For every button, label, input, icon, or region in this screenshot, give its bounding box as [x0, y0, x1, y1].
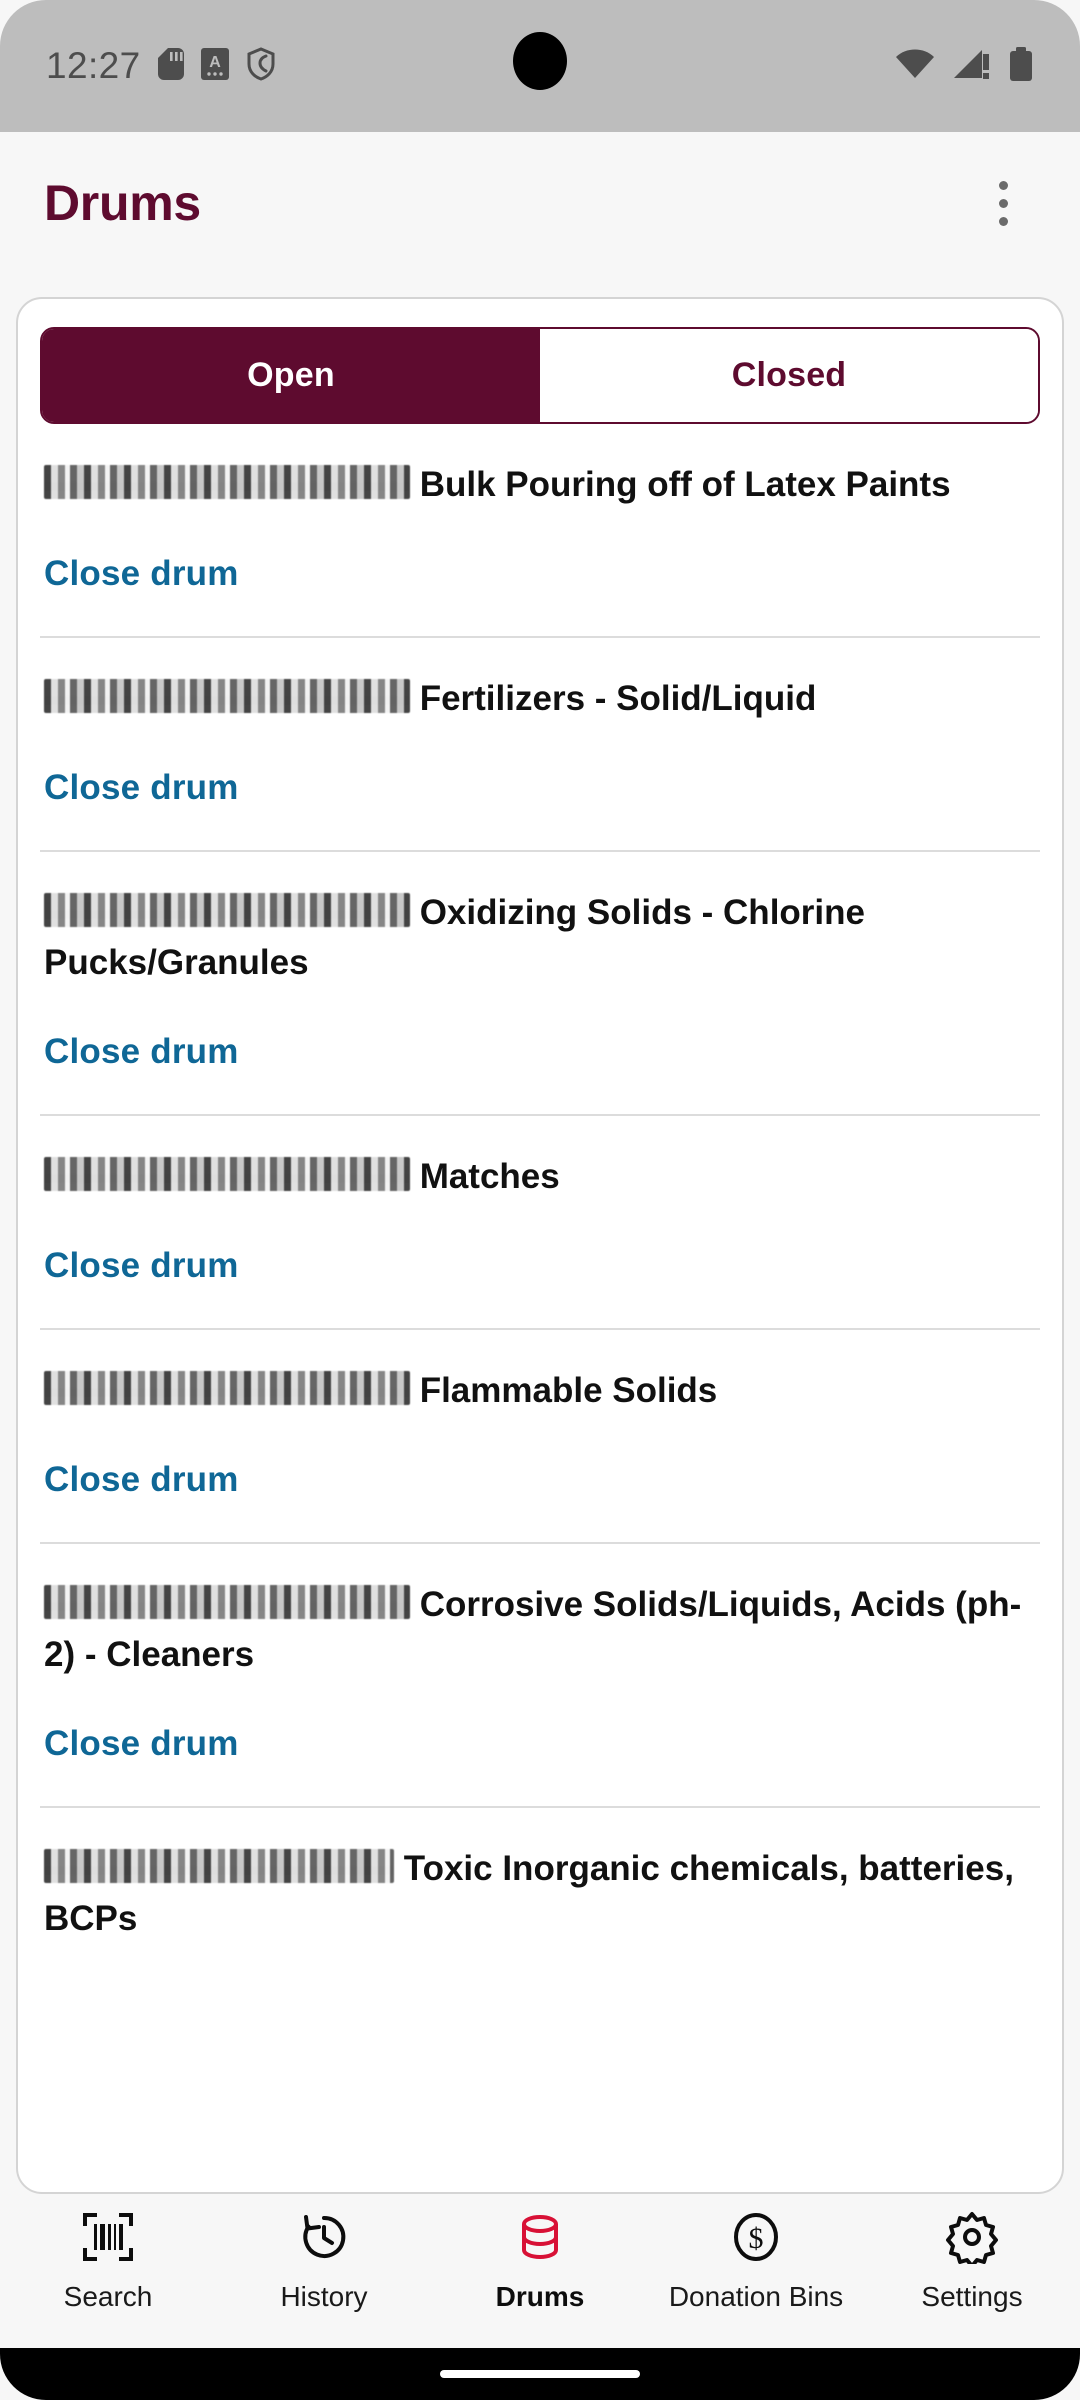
drum-name: Flammable Solids [419, 1371, 718, 1410]
nav-item-history[interactable]: History [216, 2210, 432, 2313]
drum-timestamp-redacted: 2025-05-24 14:51 145.02 [44, 465, 410, 499]
drum-name: Matches [419, 1157, 560, 1196]
app-header: Drums [0, 132, 1080, 274]
drum-name: Bulk Pouring off of Latex Paints [419, 465, 951, 504]
overflow-dot [998, 198, 1008, 208]
status-bar: 12:27 A [0, 0, 1080, 132]
drum-list-item[interactable]: 2025-05-24 14:51 145.02 Bulk Pouring off … [40, 424, 1040, 638]
barcode-scan-icon [81, 2210, 135, 2269]
overflow-menu-button[interactable] [968, 168, 1038, 238]
close-drum-link[interactable]: Close drum [40, 1416, 1040, 1542]
drum-list-item[interactable]: 2025-01-24 10:40 148.1Toxic Inorganic ch… [40, 1808, 1040, 1954]
nav-label-donation-bins: Donation Bins [668, 2281, 844, 2312]
wifi-icon [894, 48, 936, 85]
gear-icon [945, 2210, 999, 2269]
history-clock-icon [297, 2210, 351, 2269]
drum-list-item[interactable]: 2025-01-24 17:44 147.81 Fertilizers - Sol… [40, 638, 1040, 852]
nav-item-donation-bins[interactable]: $ Donation Bins [648, 2210, 864, 2313]
nav-item-settings[interactable]: Settings [864, 2210, 1080, 2313]
drum-stack-icon [513, 2210, 567, 2269]
tab-closed[interactable]: Closed [540, 329, 1038, 422]
overflow-dot [998, 180, 1008, 190]
nav-item-search[interactable]: Search [0, 2210, 216, 2313]
close-drum-link[interactable]: Close drum [40, 1202, 1040, 1328]
sd-card-icon [157, 47, 184, 85]
drum-timestamp-redacted: 2025-07-24 14:52 148.07 [44, 1371, 410, 1405]
close-drum-link[interactable]: Close drum [40, 510, 1040, 636]
front-camera-cutout [513, 32, 567, 90]
shield-icon [246, 46, 276, 86]
drum-timestamp-redacted: 2025-01-24 17:44 147.81 [44, 679, 410, 713]
drum-title-line: 2025-01-24 10:40 148.1Toxic Inorganic ch… [40, 1844, 1040, 1944]
status-bar-left: 12:27 A [46, 45, 276, 87]
home-gesture-pill[interactable] [440, 2370, 640, 2378]
nav-label-drums: Drums [495, 2281, 585, 2312]
svg-text:$: $ [749, 2222, 764, 2255]
battery-icon [1008, 46, 1034, 86]
drum-list-item[interactable]: 2025-07-24 14:52 148.07 Flammable Solids C… [40, 1330, 1040, 1544]
drum-list-item[interactable]: 2024-12-11 08:18 148.58Corrosive Solids/… [40, 1544, 1040, 1808]
drum-timestamp-redacted: 2025-01-24 15:38 148.06 [44, 1157, 410, 1191]
system-gesture-area [0, 2348, 1080, 2400]
bottom-navigation-bar: Search History Drums $ Donation Bins Set… [0, 2194, 1080, 2348]
automatic-brightness-icon: A [200, 47, 229, 85]
dollar-circle-icon: $ [729, 2210, 783, 2269]
drum-title-line: 2025-07-24 14:52 148.07 Flammable Solids [40, 1366, 1040, 1416]
cellular-signal-warning-icon [952, 48, 992, 85]
status-bar-right [894, 0, 1034, 132]
drum-title-line: 2024-12-11 08:18 148.58Corrosive Solids/… [40, 1580, 1040, 1680]
nav-label-search: Search [63, 2281, 153, 2312]
drum-timestamp-redacted: 2025-01-24 10:40 148.1 [44, 1849, 394, 1883]
drum-timestamp-redacted: 2024-12-11 08:18 148.58 [44, 1585, 410, 1619]
drum-list-item[interactable]: 2025-01-18 09:42 148.04Oxidizing Solids … [40, 852, 1040, 1116]
nav-label-settings: Settings [921, 2281, 1023, 2312]
overflow-dot [998, 216, 1008, 226]
drum-title-line: 2025-05-24 14:51 145.02 Bulk Pouring off … [40, 460, 1040, 510]
drums-card: Open Closed 2025-05-24 14:51 145.02 Bulk … [16, 297, 1064, 2194]
page-title: Drums [44, 175, 201, 231]
tab-open[interactable]: Open [42, 329, 540, 422]
close-drum-link[interactable]: Close drum [40, 1680, 1040, 1806]
svg-text:A: A [209, 54, 221, 71]
drum-timestamp-redacted: 2025-01-18 09:42 148.04 [44, 893, 410, 927]
drum-list: 2025-05-24 14:51 145.02 Bulk Pouring off … [18, 424, 1062, 1954]
open-closed-tab-bar: Open Closed [40, 327, 1040, 424]
drum-title-line: 2025-01-24 17:44 147.81 Fertilizers - Sol… [40, 674, 1040, 724]
drum-title-line: 2025-01-24 15:38 148.06 Matches [40, 1152, 1040, 1202]
close-drum-link[interactable]: Close drum [40, 724, 1040, 850]
nav-item-drums[interactable]: Drums [432, 2210, 648, 2313]
close-drum-link[interactable]: Close drum [40, 988, 1040, 1114]
drum-name: Fertilizers - Solid/Liquid [419, 679, 817, 718]
drum-list-item[interactable]: 2025-01-24 15:38 148.06 Matches Close drum [40, 1116, 1040, 1330]
nav-label-history: History [280, 2281, 368, 2312]
drum-title-line: 2025-01-18 09:42 148.04Oxidizing Solids … [40, 888, 1040, 988]
status-clock: 12:27 [46, 45, 141, 86]
